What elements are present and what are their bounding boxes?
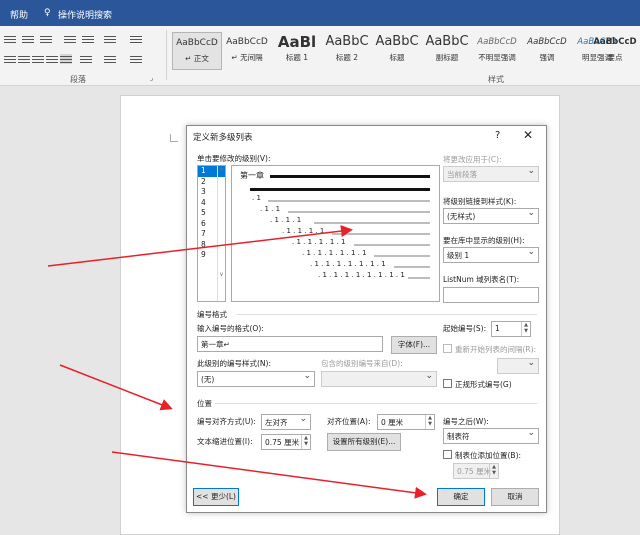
annotation-arrow — [47, 225, 353, 267]
annotation-arrows — [47, 225, 427, 499]
annotation-arrow — [59, 364, 173, 411]
annotation-arrow — [111, 451, 427, 499]
